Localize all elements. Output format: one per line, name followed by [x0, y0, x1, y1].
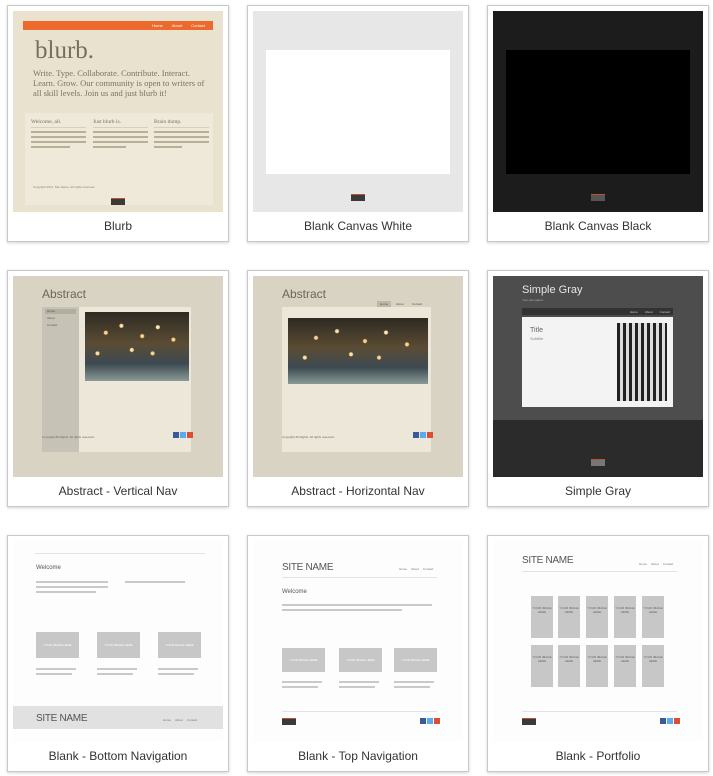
template-card-blank-portfolio[interactable]: SITE NAME Home About Contact YOUR IMAGE HE… [487, 535, 709, 772]
blurb-intro: Write. Type. Collaborate. Contribute. In… [33, 68, 205, 98]
lights-photo [85, 312, 189, 381]
lights-photo [288, 318, 428, 384]
logo-icon [282, 718, 296, 725]
horizontal-nav: Home About Contact [377, 301, 427, 307]
building-photo [617, 323, 667, 401]
top-nav: Home About Contact [399, 567, 434, 571]
blurb-column: Brain dump. [154, 119, 209, 151]
template-card-abstract-vertical-nav[interactable]: Abstract Home About Contact Copyright Al… [7, 270, 229, 507]
vertical-nav: Home About Contact [42, 307, 79, 452]
template-card-blurb[interactable]: Home About Contact blurb. Write. Type. Col… [7, 5, 229, 242]
portfolio-image-placeholder: YOUR IMAGE HERE [614, 596, 636, 638]
blurb-column: Welcome, all. [31, 119, 86, 151]
image-placeholder: YOUR IMAGE HERE [282, 648, 325, 672]
portfolio-image-placeholder: YOUR IMAGE HERE [642, 596, 664, 638]
canvas-sheet [266, 50, 450, 174]
logo-icon [591, 194, 605, 201]
social-icons [660, 718, 680, 724]
image-placeholder: YOUR IMAGE HERE [36, 632, 79, 658]
image-placeholder: YOUR IMAGE HERE [339, 648, 382, 672]
image-placeholder: YOUR IMAGE HERE [158, 632, 201, 658]
bottom-nav: Home About Contact [163, 718, 198, 722]
template-card-blank-canvas-black[interactable]: Blank Canvas Black [487, 5, 709, 242]
welcome-heading: Welcome [282, 589, 307, 595]
template-thumbnail-blank-canvas-white [253, 11, 463, 212]
template-thumbnail-blank-portfolio: SITE NAME Home About Contact YOUR IMAGE HE… [493, 541, 703, 742]
canvas-sheet [506, 50, 690, 174]
template-label: Abstract - Vertical Nav [58, 484, 178, 498]
site-name: SITE NAME [36, 713, 88, 724]
template-card-blank-top-navigation[interactable]: SITE NAME Home About Contact Welcome YOUR … [247, 535, 469, 772]
template-label: Blurb [103, 219, 132, 233]
footer-band [493, 420, 703, 477]
template-label: Blank - Bottom Navigation [48, 749, 188, 763]
top-nav: Home About Contact [639, 562, 674, 566]
template-label: Blank - Portfolio [555, 749, 641, 763]
simple-gray-tagline: Your site tagline [522, 298, 544, 302]
image-placeholder: YOUR IMAGE HERE [97, 632, 140, 658]
portfolio-image-placeholder: YOUR IMAGE HERE [531, 596, 553, 638]
social-icons [420, 718, 440, 724]
template-card-blank-bottom-navigation[interactable]: Welcome YOUR IMAGE HERE YOUR IMAGE HERE … [7, 535, 229, 772]
template-thumbnail-simple-gray: Simple Gray Your site tagline Contact Abo… [493, 276, 703, 477]
blurb-column: Just blurb is. [93, 119, 148, 151]
template-label: Abstract - Horizontal Nav [291, 484, 425, 498]
logo-icon [111, 198, 125, 205]
template-thumbnail-abstract-vertical-nav: Abstract Home About Contact Copyright Al… [13, 276, 223, 477]
abstract-title: Abstract [42, 287, 87, 301]
social-icons [173, 432, 193, 438]
content-area: Title Subtitle [522, 317, 673, 407]
blurb-title: blurb. [35, 37, 95, 64]
portfolio-image-placeholder: YOUR IMAGE HERE [558, 596, 580, 638]
portfolio-image-placeholder: YOUR IMAGE HERE [586, 645, 608, 687]
template-card-blank-canvas-white[interactable]: Blank Canvas White [247, 5, 469, 242]
image-placeholder: YOUR IMAGE HERE [394, 648, 437, 672]
abstract-footer: Copyright All Rights. All rights reserve… [282, 435, 335, 439]
portfolio-image-placeholder: YOUR IMAGE HERE [531, 645, 553, 687]
logo-icon [591, 459, 605, 466]
template-thumbnail-blurb: Home About Contact blurb. Write. Type. Col… [13, 11, 223, 212]
simple-gray-nav: Contact About Home [522, 308, 673, 315]
blurb-footer: Copyright 2011. Site Name. All rights re… [33, 185, 96, 189]
template-label: Blank - Top Navigation [298, 749, 418, 763]
blurb-nav: Home About Contact [152, 23, 205, 28]
template-card-abstract-horizontal-nav[interactable]: Abstract Home About Contact Copyright All … [247, 270, 469, 507]
portfolio-image-placeholder: YOUR IMAGE HERE [558, 645, 580, 687]
portfolio-image-placeholder: YOUR IMAGE HERE [642, 645, 664, 687]
template-thumbnail-blank-top-navigation: SITE NAME Home About Contact Welcome YOUR … [253, 541, 463, 742]
logo-icon [522, 718, 536, 725]
template-label: Blank Canvas White [303, 219, 413, 233]
welcome-heading: Welcome [36, 565, 61, 571]
abstract-title: Abstract [282, 287, 327, 301]
social-icons [413, 432, 433, 438]
portfolio-image-placeholder: YOUR IMAGE HERE [614, 645, 636, 687]
template-label: Simple Gray [564, 484, 632, 498]
template-thumbnail-blank-canvas-black [493, 11, 703, 212]
template-thumbnail-blank-bottom-navigation: Welcome YOUR IMAGE HERE YOUR IMAGE HERE … [13, 541, 223, 742]
template-label: Blank Canvas Black [544, 219, 652, 233]
site-name: SITE NAME [522, 555, 574, 566]
abstract-footer: Copyright All Rights. All rights reserve… [42, 435, 95, 439]
logo-icon [351, 194, 365, 201]
site-name: SITE NAME [282, 562, 334, 573]
portfolio-image-placeholder: YOUR IMAGE HERE [586, 596, 608, 638]
template-card-simple-gray[interactable]: Simple Gray Your site tagline Contact Abo… [487, 270, 709, 507]
template-thumbnail-abstract-horizontal-nav: Abstract Home About Contact Copyright All … [253, 276, 463, 477]
simple-gray-title: Simple Gray [522, 284, 583, 296]
